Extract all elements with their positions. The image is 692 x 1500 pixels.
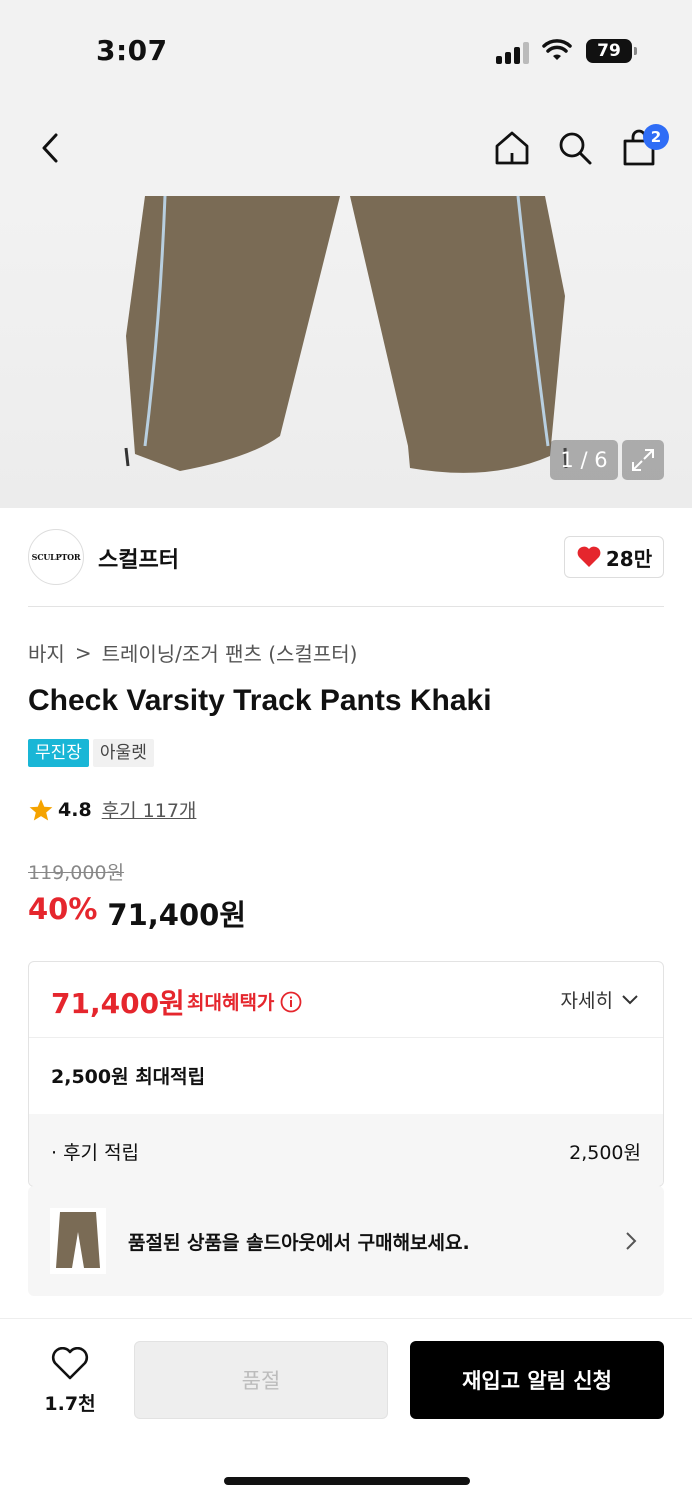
brand-like-count: 28만 xyxy=(605,546,653,571)
home-icon xyxy=(495,131,529,165)
breadcrumb: 바지 > 트레이닝/조거 팬츠 (스컬프터) xyxy=(28,638,357,667)
sale-price: 71,400원 xyxy=(107,898,247,932)
tag-badge: 아울렛 xyxy=(92,739,154,767)
home-indicator xyxy=(224,1477,470,1485)
breadcrumb-subcategory[interactable]: 트레이닝/조거 팬츠 (스컬프터) xyxy=(102,638,358,667)
max-points: 2,500원 최대적립 xyxy=(51,1066,206,1088)
image-counter: 1 / 6 xyxy=(550,440,618,480)
points-row: 2,500원 최대적립 xyxy=(29,1038,663,1114)
original-price: 119,000원 xyxy=(28,862,125,884)
product-title: Check Varsity Track Pants Khaki xyxy=(28,684,492,717)
review-points-value: 2,500원 xyxy=(569,1142,641,1164)
heart-icon xyxy=(51,1346,89,1380)
status-time: 3:07 xyxy=(96,34,168,67)
product-thumbnail xyxy=(50,1208,106,1274)
home-button[interactable] xyxy=(492,128,532,168)
status-bar: 3:07 79 xyxy=(0,0,692,100)
wish-count: 1.7천 xyxy=(44,1393,96,1415)
cart-count-badge: 2 xyxy=(643,124,669,150)
breadcrumb-category[interactable]: 바지 xyxy=(28,638,65,667)
price-row: 40% 71,400원 xyxy=(28,892,246,934)
expand-icon xyxy=(632,449,654,471)
wifi-icon xyxy=(542,39,572,60)
soldout-banner[interactable]: 품절된 상품을 솔드아웃에서 구매해보세요. xyxy=(28,1186,664,1296)
nav-bar: 2 xyxy=(0,100,692,196)
chevron-left-icon xyxy=(42,133,58,163)
bottom-action-bar: 1.7천 품절 재입고 알림 신청 xyxy=(0,1318,692,1500)
cart-button[interactable]: 2 xyxy=(619,124,669,168)
chevron-down-icon xyxy=(622,994,638,1004)
wish-button[interactable]: 1.7천 xyxy=(40,1346,100,1416)
max-benefit-label: 최대혜택가 xyxy=(187,988,302,1015)
benefit-header[interactable]: 71,400원 최대혜택가 자세히 xyxy=(29,962,663,1038)
review-link[interactable]: 후기 117개 xyxy=(102,796,197,823)
discount-rate: 40% xyxy=(28,892,98,926)
star-icon xyxy=(29,798,53,821)
max-benefit-label-text: 최대혜택가 xyxy=(187,992,275,1014)
signal-icon xyxy=(496,42,532,64)
detail-toggle[interactable]: 자세히 xyxy=(561,986,639,1013)
divider xyxy=(28,606,664,607)
back-button[interactable] xyxy=(30,128,70,168)
soldout-button: 품절 xyxy=(134,1341,388,1419)
breadcrumb-separator: > xyxy=(74,640,92,665)
brand-like-button[interactable]: 28만 xyxy=(564,536,664,578)
battery-icon: 79 xyxy=(586,39,637,63)
rating-score: 4.8 xyxy=(58,798,92,821)
info-icon[interactable] xyxy=(280,991,302,1013)
brand-row[interactable]: SCULPTOR 스컬프터 28만 xyxy=(0,508,692,608)
brand-logo: SCULPTOR xyxy=(28,529,84,585)
detail-label: 자세히 xyxy=(560,990,613,1012)
brand-name[interactable]: 스컬프터 xyxy=(98,542,179,574)
search-icon xyxy=(559,132,592,165)
benefit-box: 71,400원 최대혜택가 자세히 2,500원 최대적립 · 후기 적립 2,… xyxy=(28,961,664,1187)
heart-filled-icon xyxy=(577,546,601,567)
review-points-label: · 후기 적립 xyxy=(51,1142,140,1164)
product-tags: 무진장 아울렛 xyxy=(28,739,154,767)
soldout-banner-text: 품절된 상품을 솔드아웃에서 구매해보세요. xyxy=(128,1232,470,1254)
rating: 4.8 후기 117개 xyxy=(28,796,196,823)
chevron-right-icon xyxy=(626,1232,637,1250)
search-button[interactable] xyxy=(555,128,595,168)
expand-button[interactable] xyxy=(622,440,664,480)
restock-alert-button[interactable]: 재입고 알림 신청 xyxy=(410,1341,664,1419)
max-benefit-price: 71,400원 xyxy=(51,987,185,1020)
review-points-row: · 후기 적립 2,500원 xyxy=(29,1114,663,1186)
tag-badge: 무진장 xyxy=(28,739,89,767)
